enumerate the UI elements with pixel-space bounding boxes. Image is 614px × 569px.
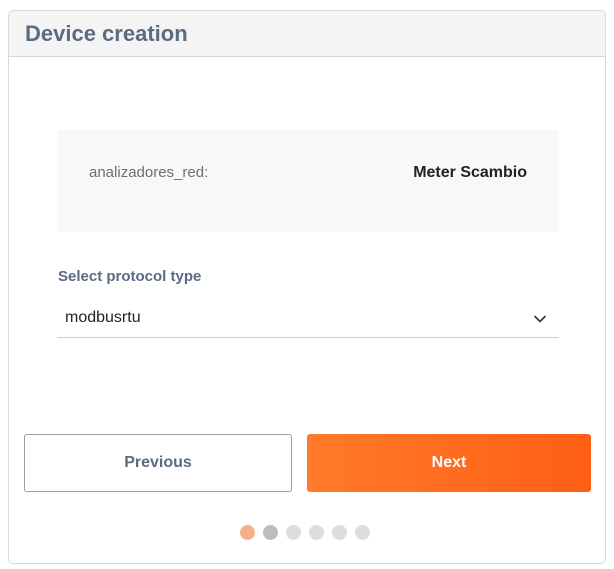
device-creation-card: Device creation analizadores_red: Meter … (8, 10, 606, 564)
info-key-label: analizadores_red: (89, 164, 209, 181)
protocol-type-label: Select protocol type (58, 268, 202, 285)
next-button[interactable]: Next (307, 434, 591, 492)
device-info-panel: analizadores_red: Meter Scambio (57, 130, 559, 232)
step-dot-3 (286, 525, 301, 540)
step-dot-2 (263, 525, 278, 540)
info-value-label: Meter Scambio (413, 164, 527, 181)
page-title: Device creation (25, 20, 188, 46)
protocol-selected-value: modbusrtu (65, 309, 141, 326)
step-dot-1 (240, 525, 255, 540)
step-dot-6 (355, 525, 370, 540)
protocol-type-select[interactable]: modbusrtu (57, 303, 559, 338)
chevron-down-icon (534, 315, 546, 323)
step-dot-4 (309, 525, 324, 540)
step-indicator (240, 525, 370, 540)
step-dot-5 (332, 525, 347, 540)
card-header: Device creation (9, 11, 605, 57)
previous-button[interactable]: Previous (24, 434, 292, 492)
